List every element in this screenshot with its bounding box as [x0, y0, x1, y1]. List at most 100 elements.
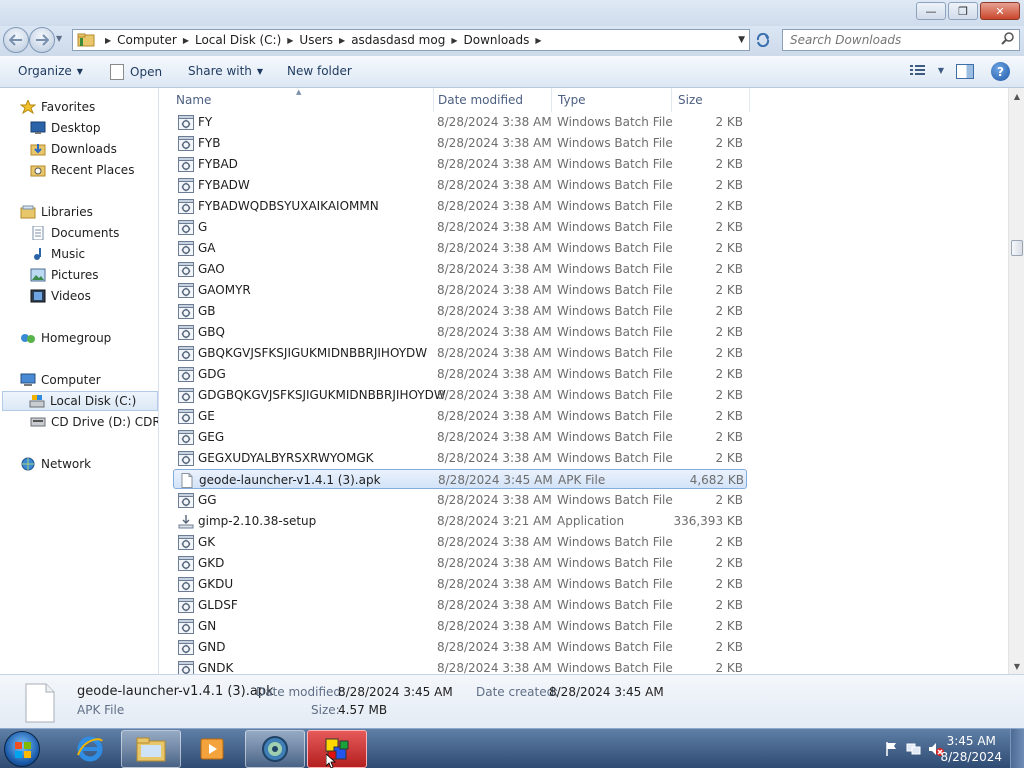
nav-pictures[interactable]: Pictures — [30, 265, 99, 285]
file-row[interactable]: FYBADWQDBSYUXAIKAIOMMN 8/28/2024 3:38 AM W… — [173, 196, 747, 216]
forward-button[interactable] — [29, 27, 55, 53]
close-button[interactable]: ✕ — [980, 2, 1020, 20]
file-row[interactable]: GAO 8/28/2024 3:38 AM Windows Batch File 2 … — [173, 259, 747, 279]
file-row[interactable]: FYBAD 8/28/2024 3:38 AM Windows Batch File… — [173, 154, 747, 174]
open-button[interactable]: Open — [110, 64, 162, 80]
file-row[interactable]: GND 8/28/2024 3:38 AM Windows Batch File 2 … — [173, 637, 747, 657]
batch-file-icon — [178, 199, 194, 214]
file-row[interactable]: GE 8/28/2024 3:38 AM Windows Batch File 2 K… — [173, 406, 747, 426]
nav-recent-places[interactable]: Recent Places — [30, 160, 134, 180]
file-row[interactable]: GBQ 8/28/2024 3:38 AM Windows Batch File 2 … — [173, 322, 747, 342]
nav-downloads[interactable]: Downloads — [30, 139, 117, 159]
taskbar-windows-explorer[interactable] — [121, 730, 181, 768]
refresh-icon[interactable] — [752, 31, 774, 49]
organize-button[interactable]: Organize ▼ — [18, 64, 83, 78]
scroll-down-arrow-icon[interactable]: ▼ — [1009, 658, 1024, 674]
file-row[interactable]: GA 8/28/2024 3:38 AM Windows Batch File 2 K… — [173, 238, 747, 258]
scrollbar-thumb[interactable] — [1011, 240, 1023, 256]
search-box[interactable] — [782, 29, 1020, 51]
file-row[interactable]: G 8/28/2024 3:38 AM Windows Batch File 2 KB — [173, 217, 747, 237]
file-size: 2 KB — [715, 409, 743, 423]
search-icon[interactable] — [1001, 32, 1015, 46]
recent-pages-dropdown[interactable]: ▼ — [56, 34, 62, 43]
back-button[interactable] — [3, 27, 29, 53]
share-with-button[interactable]: Share with ▼ — [188, 64, 263, 78]
file-date-modified: 8/28/2024 3:38 AM — [437, 178, 552, 192]
clock[interactable]: 3:45 AM 8/28/2024 — [940, 733, 1002, 765]
nav-desktop[interactable]: Desktop — [30, 118, 101, 138]
breadcrumb-arrow-icon[interactable]: ▶ — [287, 36, 293, 45]
file-row[interactable]: gimp-2.10.38-setup 8/28/2024 3:21 AM Appli… — [173, 511, 747, 531]
breadcrumb-downloads[interactable]: Downloads ▶ — [463, 33, 547, 47]
file-row[interactable]: GNDK 8/28/2024 3:38 AM Windows Batch File 2… — [173, 658, 747, 674]
breadcrumb-arrow-icon[interactable]: ▶ — [105, 36, 111, 45]
change-view-button[interactable]: ▼ — [909, 64, 944, 76]
nav-videos[interactable]: Videos — [30, 286, 91, 306]
column-header-type[interactable]: Type — [558, 88, 672, 112]
column-header-name[interactable]: Name — [176, 88, 434, 112]
file-row[interactable]: FYB 8/28/2024 3:38 AM Windows Batch File 2 … — [173, 133, 747, 153]
nav-libraries[interactable]: Libraries — [20, 202, 93, 222]
file-row[interactable]: GKDU 8/28/2024 3:38 AM Windows Batch File 2… — [173, 574, 747, 594]
breadcrumb-local-disk[interactable]: Local Disk (C:) ▶ — [195, 33, 299, 47]
nav-homegroup[interactable]: Homegroup — [20, 328, 111, 348]
nav-cd-drive[interactable]: CD Drive (D:) CDROM — [30, 412, 158, 432]
breadcrumb-arrow-icon[interactable]: ▶ — [451, 36, 457, 45]
blank-file-icon — [179, 473, 195, 488]
scroll-up-arrow-icon[interactable]: ▲ — [1009, 88, 1024, 104]
file-row[interactable]: GDG 8/28/2024 3:38 AM Windows Batch File 2 … — [173, 364, 747, 384]
file-row[interactable]: FY 8/28/2024 3:38 AM Windows Batch File 2 K… — [173, 112, 747, 132]
file-row[interactable]: GLDSF 8/28/2024 3:38 AM Windows Batch File… — [173, 595, 747, 615]
preview-pane-icon[interactable] — [956, 64, 974, 79]
file-row[interactable]: FYBADW 8/28/2024 3:38 AM Windows Batch Fil… — [173, 175, 747, 195]
start-button[interactable] — [4, 731, 40, 767]
breadcrumb-users[interactable]: Users ▶ — [299, 33, 351, 47]
file-row[interactable]: GEG 8/28/2024 3:38 AM Windows Batch File 2 … — [173, 427, 747, 447]
nav-network[interactable]: Network — [20, 454, 91, 474]
file-row[interactable]: GB 8/28/2024 3:38 AM Windows Batch File 2 K… — [173, 301, 747, 321]
taskbar-media-player[interactable] — [182, 730, 242, 768]
batch-file-icon — [178, 556, 194, 571]
address-bar[interactable]: ▶ Computer ▶ Local Disk (C:) ▶ Users ▶ asda… — [72, 29, 750, 51]
taskbar-app-active[interactable] — [307, 730, 367, 768]
file-row[interactable]: GN 8/28/2024 3:38 AM Windows Batch File 2 K… — [173, 616, 747, 636]
window-controls: — ❐ ✕ — [914, 2, 1020, 20]
breadcrumb-arrow-icon[interactable]: ▶ — [183, 36, 189, 45]
taskbar-app-globe[interactable] — [245, 730, 305, 768]
breadcrumb-arrow-icon[interactable]: ▶ — [535, 36, 541, 45]
breadcrumb-computer[interactable]: Computer ▶ — [117, 33, 195, 47]
nav-documents[interactable]: Documents — [30, 223, 119, 243]
breadcrumb-user[interactable]: asdasdasd mog ▶ — [351, 33, 463, 47]
minimize-button[interactable]: — — [916, 2, 946, 20]
file-row-selected[interactable]: geode-launcher-v1.4.1 (3).apk 8/28/2024 3… — [173, 469, 747, 489]
nav-music[interactable]: Music — [30, 244, 85, 264]
action-center-flag-icon[interactable] — [884, 741, 900, 757]
file-row[interactable]: GAOMYR 8/28/2024 3:38 AM Windows Batch Fil… — [173, 280, 747, 300]
downloads-folder-icon — [30, 144, 46, 156]
network-status-icon[interactable] — [906, 741, 922, 757]
search-input[interactable] — [790, 33, 990, 47]
file-size: 2 KB — [715, 220, 743, 234]
file-row[interactable]: GDGBQKGVJSFKSJIGUKMIDNBBRJIHOYDW 8/28/202… — [173, 385, 747, 405]
file-row[interactable]: GKD 8/28/2024 3:38 AM Windows Batch File 2 … — [173, 553, 747, 573]
file-row[interactable]: GK 8/28/2024 3:38 AM Windows Batch File 2 K… — [173, 532, 747, 552]
nav-favorites[interactable]: Favorites — [20, 97, 95, 117]
show-desktop-button[interactable] — [1010, 729, 1024, 768]
column-header-date[interactable]: Date modified — [438, 88, 552, 112]
address-history-dropdown[interactable]: ▼ — [738, 35, 745, 45]
network-icon — [21, 457, 35, 471]
vertical-scrollbar[interactable]: ▲ ▼ — [1008, 88, 1024, 674]
file-date-modified: 8/28/2024 3:38 AM — [437, 451, 552, 465]
chevron-down-icon[interactable]: ▼ — [938, 66, 944, 75]
maximize-button[interactable]: ❐ — [948, 2, 978, 20]
file-row[interactable]: GEGXUDYALBYRSXRWYOMGK 8/28/2024 3:38 AM Wi… — [173, 448, 747, 468]
breadcrumb-arrow-icon[interactable]: ▶ — [339, 36, 345, 45]
file-row[interactable]: GG 8/28/2024 3:38 AM Windows Batch File 2 K… — [173, 490, 747, 510]
help-icon[interactable]: ? — [991, 62, 1010, 81]
file-row[interactable]: GBQKGVJSFKSJIGUKMIDNBBRJIHOYDW 8/28/2024 … — [173, 343, 747, 363]
new-folder-button[interactable]: New folder — [287, 64, 352, 78]
column-header-size[interactable]: Size — [678, 88, 750, 112]
nav-local-disk[interactable]: Local Disk (C:) — [2, 391, 158, 411]
taskbar-internet-explorer[interactable] — [60, 730, 120, 768]
nav-computer[interactable]: Computer — [20, 370, 101, 390]
